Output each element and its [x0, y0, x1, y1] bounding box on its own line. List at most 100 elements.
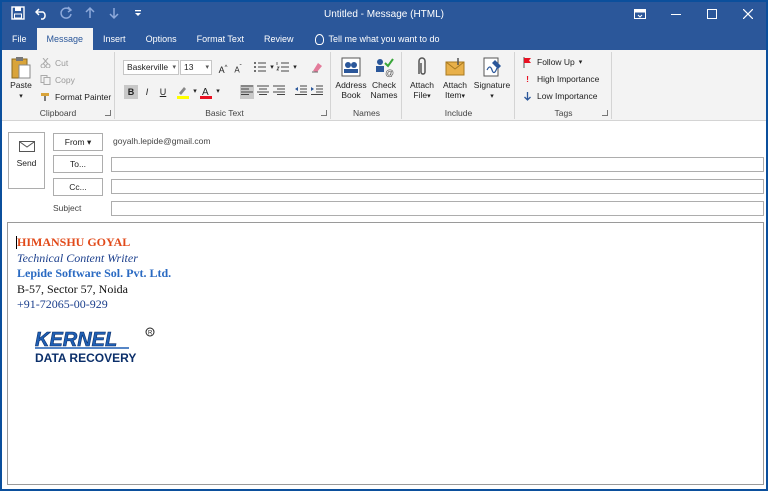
to-label: To... — [69, 159, 87, 169]
cc-field[interactable] — [111, 179, 764, 194]
clear-formatting-icon[interactable] — [310, 61, 324, 75]
align-center-icon[interactable] — [256, 85, 270, 99]
names-group: Address Book @ Check Names Names — [332, 52, 402, 119]
tags-group-label: Tags — [554, 108, 573, 118]
envelope-attach-icon — [444, 56, 466, 78]
chevron-down-icon[interactable]: ▾ — [288, 61, 302, 75]
cut-label: Cut — [55, 58, 69, 68]
high-importance-button[interactable]: ! High Importance — [522, 74, 599, 84]
paintbrush-icon — [40, 92, 51, 102]
italic-button[interactable]: I — [140, 85, 154, 99]
clipboard-group-label: Clipboard — [39, 108, 77, 118]
from-address: goyalh.lepide@gmail.com — [113, 136, 211, 146]
cc-label: Cc... — [69, 182, 87, 192]
maximize-icon[interactable] — [694, 2, 730, 28]
to-button[interactable]: To... — [53, 155, 103, 173]
to-field[interactable] — [111, 157, 764, 172]
chevron-down-icon: ▾ — [19, 93, 23, 100]
chevron-down-icon: ▾ — [461, 93, 466, 100]
basic-text-dialog-launcher-icon[interactable] — [321, 110, 327, 116]
window-controls — [622, 2, 766, 28]
svg-text:@: @ — [385, 68, 394, 78]
copy-button[interactable]: Copy — [40, 75, 75, 85]
attach-item-label-1: Attach — [442, 80, 468, 90]
close-icon[interactable] — [730, 2, 766, 28]
shrink-font-icon[interactable]: Aˇ — [231, 61, 245, 75]
chevron-down-icon: ▾ — [490, 93, 494, 100]
attach-file-label-1: Attach — [409, 80, 435, 90]
signature-name: HIMANSHU GOYAL — [17, 235, 131, 249]
paperclip-icon — [411, 56, 433, 78]
copy-label: Copy — [55, 75, 75, 85]
check-names-label-1: Check — [371, 80, 397, 90]
follow-up-label: Follow Up — [537, 57, 575, 67]
font-size-box[interactable]: 13 ▾ — [180, 60, 212, 75]
align-left-icon[interactable] — [240, 85, 254, 99]
grow-font-icon[interactable]: A^ — [216, 61, 230, 75]
tab-message[interactable]: Message — [36, 28, 94, 50]
underline-button[interactable]: U — [156, 85, 170, 99]
minimize-icon[interactable] — [658, 2, 694, 28]
signature-button[interactable]: Signature ▾ — [472, 56, 512, 102]
attach-file-label-2: File — [413, 90, 428, 100]
cc-button[interactable]: Cc... — [53, 178, 103, 196]
tab-format-text[interactable]: Format Text — [187, 28, 254, 50]
send-label: Send — [16, 158, 37, 168]
kernel-data-recovery-logo: KERNEL R DATA RECOVERY — [35, 327, 155, 365]
check-names-icon: @ — [373, 56, 395, 78]
scissors-icon — [40, 57, 51, 69]
send-envelope-icon — [18, 141, 35, 152]
paste-button[interactable]: Paste ▾ — [6, 56, 36, 102]
clipboard-icon — [10, 56, 32, 79]
signature-block: HIMANSHU GOYAL Technical Content Writer … — [17, 235, 171, 313]
high-importance-label: High Importance — [537, 74, 600, 84]
basic-text-group: Baskerville ▾ 13 ▾ A^ Aˇ ▾ ▾ B I U ▾ A ▾… — [119, 52, 331, 119]
format-painter-button[interactable]: Format Painter — [40, 92, 111, 102]
subject-field[interactable] — [111, 201, 764, 216]
chevron-down-icon: ▾ — [172, 64, 176, 71]
tab-insert[interactable]: Insert — [93, 28, 136, 50]
chevron-down-icon[interactable]: ▾ — [211, 85, 225, 99]
tags-dialog-launcher-icon[interactable] — [602, 110, 608, 116]
follow-up-button[interactable]: Follow Up ▾ — [522, 57, 583, 68]
increase-indent-icon[interactable] — [310, 85, 324, 99]
chevron-down-icon: ▾ — [578, 59, 583, 66]
font-size-value: 13 — [184, 62, 194, 72]
ribbon-display-options-icon[interactable] — [622, 2, 658, 28]
from-button[interactable]: From ▾ — [53, 133, 103, 151]
font-name-box[interactable]: Baskerville ▾ — [123, 60, 179, 75]
exclamation-icon: ! — [526, 74, 529, 84]
low-importance-label: Low Importance — [537, 91, 598, 101]
chevron-down-icon: ▾ — [86, 137, 92, 147]
flag-icon — [522, 57, 533, 68]
check-names-button[interactable]: @ Check Names — [368, 56, 400, 100]
tell-me-label: Tell me what you want to do — [328, 34, 440, 44]
send-button[interactable]: Send — [8, 132, 45, 189]
signature-phone: +91-72065-00-929 — [17, 297, 108, 311]
bold-button[interactable]: B — [124, 85, 138, 99]
basic-text-group-label: Basic Text — [205, 108, 244, 118]
tell-me-search[interactable]: Tell me what you want to do — [303, 28, 440, 50]
low-importance-button[interactable]: Low Importance — [522, 91, 597, 101]
tab-options[interactable]: Options — [136, 28, 187, 50]
align-right-icon[interactable] — [272, 85, 286, 99]
signature-company: Lepide Software Sol. Pvt. Ltd. — [17, 266, 172, 280]
tab-file[interactable]: File — [2, 28, 37, 50]
copy-icon — [40, 75, 51, 85]
message-body[interactable]: HIMANSHU GOYAL Technical Content Writer … — [7, 222, 764, 485]
tab-review[interactable]: Review — [254, 28, 304, 50]
address-book-button[interactable]: Address Book — [335, 56, 367, 100]
signature-role: Technical Content Writer — [17, 250, 138, 265]
decrease-indent-icon[interactable] — [294, 85, 308, 99]
clipboard-group: Paste ▾ Cut Copy Format Painter Clipboar… — [2, 52, 115, 119]
attach-file-button[interactable]: Attach File▾ — [406, 56, 438, 102]
message-header: Send From ▾ goyalh.lepide@gmail.com To..… — [2, 122, 766, 222]
attach-item-label-2: Item — [444, 90, 462, 100]
attach-item-button[interactable]: Attach Item▾ — [439, 56, 471, 102]
svg-text:R: R — [148, 331, 153, 337]
clipboard-dialog-launcher-icon[interactable] — [105, 110, 111, 116]
ribbon-tabs: File Message Insert Options Format Text … — [2, 28, 766, 50]
cut-button[interactable]: Cut — [40, 57, 69, 69]
address-book-label-2: Book — [341, 90, 361, 100]
paste-label: Paste — [10, 80, 32, 90]
